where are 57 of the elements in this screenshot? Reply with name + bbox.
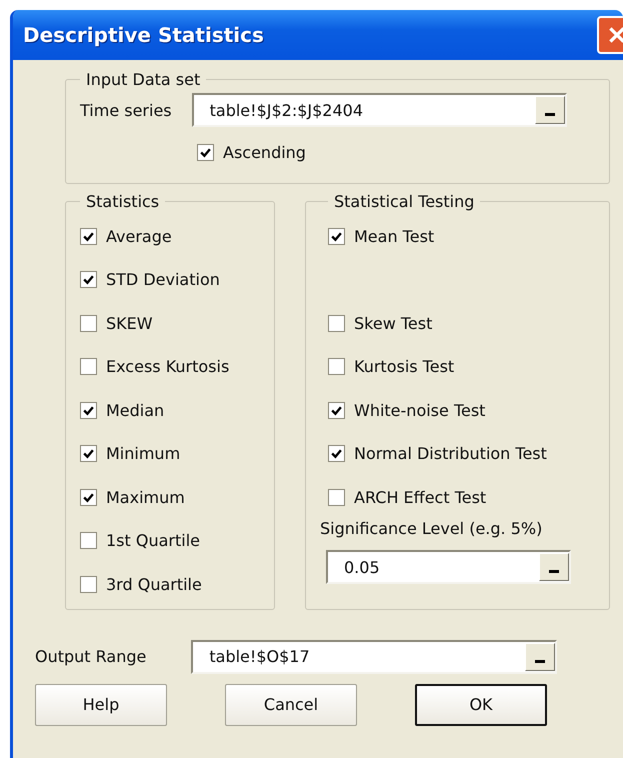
- checkbox[interactable]: [80, 271, 97, 288]
- checkbox[interactable]: [328, 402, 345, 419]
- checkmark-icon: [330, 230, 343, 243]
- significance-field[interactable]: 0.05: [326, 550, 571, 584]
- checkbox-label[interactable]: Normal Distribution Test: [354, 444, 547, 464]
- checkmark-icon: [82, 273, 95, 286]
- checkbox[interactable]: [328, 358, 345, 376]
- checkmark-icon: [330, 447, 343, 460]
- group-title: Statistics: [85, 192, 160, 210]
- checkbox[interactable]: [197, 144, 214, 162]
- checkbox[interactable]: [328, 314, 345, 332]
- checkbox-label[interactable]: Excess Kurtosis: [106, 357, 230, 376]
- checkbox[interactable]: [328, 445, 345, 462]
- checkbox-label[interactable]: 1st Quartile: [106, 531, 200, 550]
- checkbox-label[interactable]: White-noise Test: [354, 400, 486, 420]
- field-label: Output Range: [35, 647, 146, 666]
- checkbox-label[interactable]: ARCH Effect Test: [354, 488, 486, 507]
- field-label: Significance Level (e.g. 5%): [320, 519, 544, 538]
- checkbox[interactable]: [80, 314, 97, 332]
- checkmark-icon: [199, 146, 212, 160]
- checkbox[interactable]: [80, 358, 97, 376]
- checkbox-label[interactable]: Mean Test: [354, 226, 434, 246]
- checkbox[interactable]: [80, 488, 97, 506]
- checkbox[interactable]: [80, 402, 97, 419]
- checkmark-icon: [82, 230, 95, 243]
- checkmark-icon: [82, 404, 95, 417]
- range-field[interactable]: table!$J$2:$J$2404: [192, 93, 567, 127]
- checkbox-label[interactable]: Kurtosis Test: [354, 357, 454, 376]
- window-title: Descriptive Statistics: [23, 23, 264, 47]
- checkmark-icon: [330, 404, 343, 417]
- checkbox[interactable]: [80, 228, 97, 245]
- dialog-button[interactable]: Cancel: [225, 684, 357, 726]
- dialog-button[interactable]: Help: [35, 684, 167, 726]
- checkbox-label[interactable]: Maximum: [106, 488, 185, 507]
- checkbox-label[interactable]: Minimum: [106, 444, 180, 464]
- checkbox-label[interactable]: Skew Test: [354, 314, 432, 333]
- checkbox[interactable]: [80, 576, 97, 593]
- checkbox-label[interactable]: Average: [106, 226, 172, 246]
- group-title: Input Data set: [85, 70, 202, 89]
- range-picker-button[interactable]: [534, 96, 565, 124]
- checkbox-label[interactable]: Median: [106, 400, 164, 420]
- dialog-button[interactable]: OK: [415, 684, 547, 726]
- checkbox-label[interactable]: STD Deviation: [106, 270, 220, 290]
- checkbox[interactable]: [80, 445, 97, 462]
- checkbox-label[interactable]: Ascending: [223, 143, 306, 162]
- range-picker-button[interactable]: [525, 642, 556, 670]
- checkbox-label[interactable]: SKEW: [106, 314, 153, 333]
- checkbox-label[interactable]: 3rd Quartile: [106, 574, 202, 594]
- range-picker-button[interactable]: [539, 553, 569, 581]
- checkmark-icon: [82, 490, 95, 504]
- group-title: Statistical Testing: [333, 192, 476, 210]
- field-label: Time series: [80, 100, 172, 120]
- checkbox[interactable]: [328, 488, 345, 506]
- checkbox[interactable]: [80, 532, 97, 550]
- range-field[interactable]: table!$O$17: [191, 640, 558, 674]
- checkmark-icon: [82, 447, 95, 460]
- checkbox[interactable]: [328, 228, 345, 245]
